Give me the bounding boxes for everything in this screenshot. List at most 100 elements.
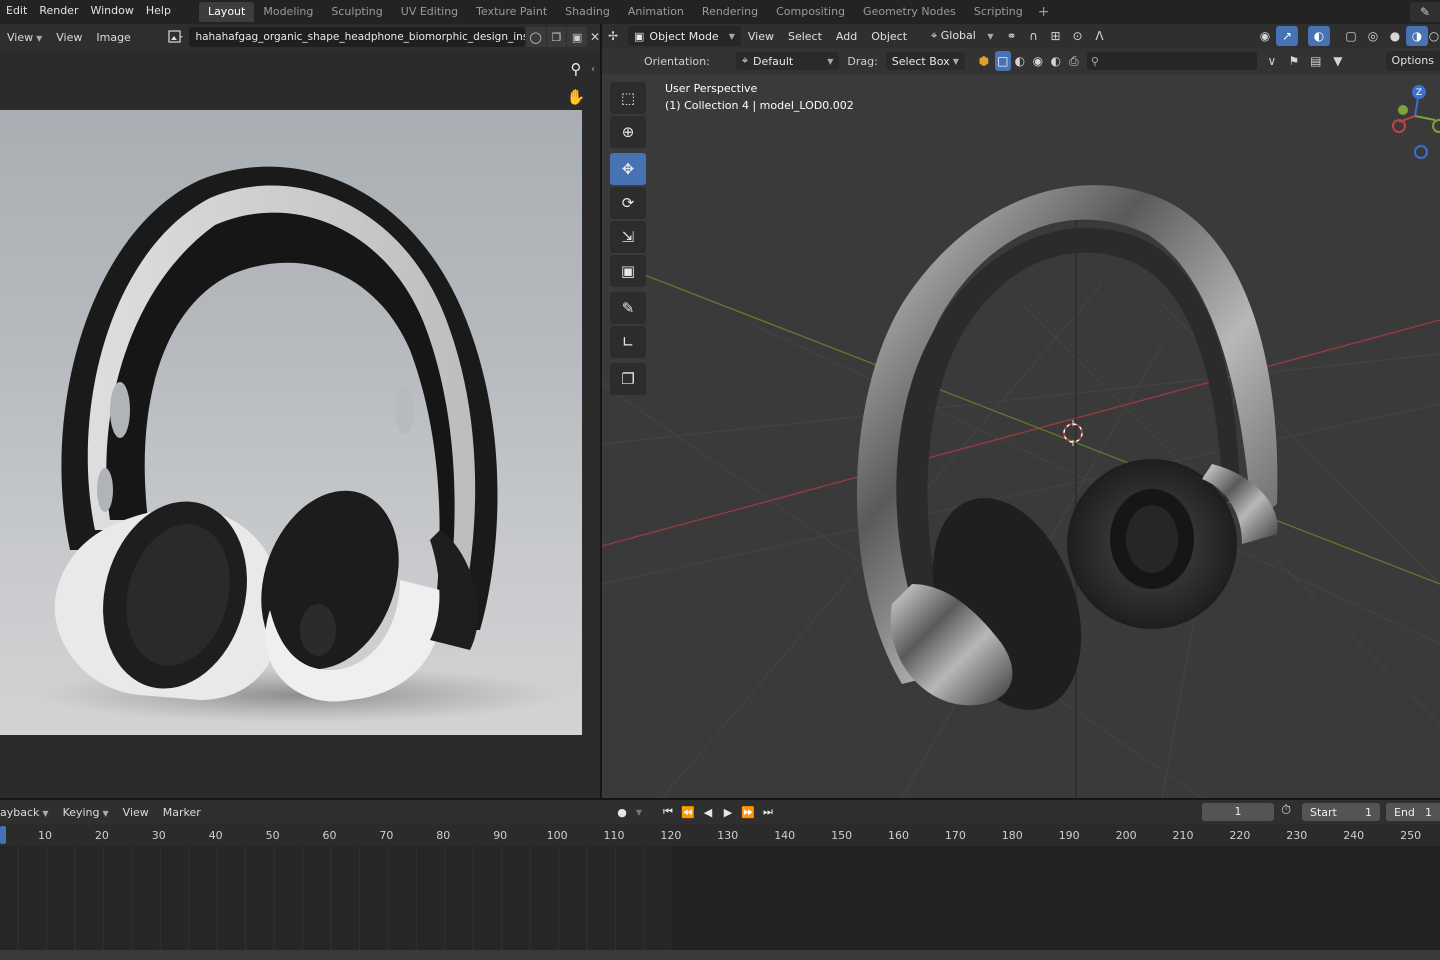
measure-tool[interactable]: ∟ bbox=[610, 326, 646, 358]
play-button[interactable]: ▶ bbox=[718, 803, 738, 821]
frame-tick-label: 90 bbox=[493, 829, 508, 842]
scene-selector-button[interactable]: ✎ bbox=[1410, 2, 1440, 22]
jump-end-icon: ⏭ bbox=[763, 805, 773, 818]
overlays-toggle-button[interactable]: ◐ bbox=[1308, 26, 1330, 46]
tab-geometry-nodes[interactable]: Geometry Nodes bbox=[854, 2, 965, 22]
tab-compositing[interactable]: Compositing bbox=[767, 2, 854, 22]
snap-target-button[interactable]: ⊞ bbox=[1044, 26, 1066, 46]
playhead[interactable] bbox=[0, 826, 6, 844]
menu-render[interactable]: Render bbox=[33, 0, 84, 24]
viewport-add-menu[interactable]: Add bbox=[829, 30, 864, 43]
move-tool[interactable]: ✥ bbox=[610, 153, 646, 185]
frame-tick-label: 40 bbox=[208, 829, 223, 842]
select-mode-button[interactable]: ⬢ bbox=[973, 51, 995, 71]
unlink-image-button[interactable]: ✕ bbox=[590, 30, 600, 44]
bookmark-button[interactable]: ⚑ bbox=[1283, 51, 1305, 71]
3d-viewport[interactable]: ✢ ▣ Object Mode ▼ View Select Add Object… bbox=[602, 24, 1440, 798]
material-preview-button[interactable]: ◑ bbox=[1406, 26, 1428, 46]
chevron-down-icon: ▼ bbox=[728, 31, 735, 41]
new-image-button[interactable]: ❐ bbox=[546, 27, 567, 47]
jump-end-button[interactable]: ⏭ bbox=[758, 803, 778, 821]
image-menu[interactable]: Image bbox=[89, 31, 137, 44]
scale-tool[interactable]: ⇲ bbox=[610, 221, 646, 253]
marker-menu[interactable]: Marker bbox=[156, 806, 208, 819]
navigation-gizmo[interactable]: Z bbox=[1387, 84, 1440, 164]
xray-toggle-button[interactable]: ▢ bbox=[1340, 26, 1362, 46]
fake-user-button[interactable]: ◯ bbox=[525, 27, 546, 47]
pivot-point-button[interactable]: ⚭ bbox=[1000, 26, 1022, 46]
tab-animation[interactable]: Animation bbox=[619, 2, 693, 22]
record-options-button[interactable]: ▼ bbox=[632, 803, 646, 821]
keying-menu[interactable]: Keying ▼ bbox=[56, 806, 116, 819]
sidebar-toggle-icon[interactable]: ‹ bbox=[591, 64, 595, 75]
cursor-tool[interactable]: ⊕ bbox=[610, 116, 646, 148]
editor-view-menu[interactable]: View ▼ bbox=[0, 31, 49, 44]
zoom-icon[interactable]: ⚲ bbox=[565, 60, 587, 82]
collection-button[interactable]: ▤ bbox=[1305, 51, 1327, 71]
prev-keyframe-button[interactable]: ⏪ bbox=[678, 803, 698, 821]
view-menu[interactable]: View bbox=[49, 31, 89, 44]
image-browse-button[interactable] bbox=[162, 28, 190, 46]
frame-tick-label: 10 bbox=[38, 829, 52, 842]
tab-rendering[interactable]: Rendering bbox=[693, 2, 767, 22]
record-button[interactable]: ● bbox=[612, 803, 632, 821]
visibility-button[interactable]: ◉ bbox=[1254, 26, 1276, 46]
viewport-object-menu[interactable]: Object bbox=[864, 30, 914, 43]
camera-filter-button[interactable]: ◉ bbox=[1029, 51, 1047, 71]
timeline-view-menu[interactable]: View bbox=[116, 806, 156, 819]
viewport-view-menu[interactable]: View bbox=[741, 30, 781, 43]
options-button[interactable]: Options bbox=[1385, 51, 1440, 71]
viewport-select-menu[interactable]: Select bbox=[781, 30, 829, 43]
menu-edit[interactable]: Edit bbox=[0, 0, 33, 24]
hand-pan-icon[interactable]: ✋ bbox=[565, 88, 587, 110]
start-frame-field[interactable]: Start 1 bbox=[1302, 803, 1380, 821]
play-reverse-button[interactable]: ◀ bbox=[698, 803, 718, 821]
transform-orientation-dropdown[interactable]: ⌖ Global ▼ bbox=[924, 29, 1000, 43]
frame-ruler[interactable]: 10 20 30 40 50 60 70 80 90 100 110 120 130 140 150 160 1… bbox=[0, 824, 1440, 846]
select-box-tool[interactable]: ⬚ bbox=[610, 82, 646, 114]
tab-shading[interactable]: Shading bbox=[556, 2, 619, 22]
viewport-search-field[interactable]: ⚲ bbox=[1086, 52, 1257, 70]
object-mode-dropdown[interactable]: ▣ Object Mode ▼ bbox=[628, 26, 741, 46]
image-filename-field[interactable]: hahahafgag_organic_shape_headphone_biomo… bbox=[189, 27, 525, 47]
print-button[interactable]: ⎙ bbox=[1065, 51, 1083, 71]
timeline-scrollbar[interactable] bbox=[0, 950, 1440, 960]
rotate-tool[interactable]: ⟳ bbox=[610, 187, 646, 219]
snap-toggle-button[interactable]: ∩ bbox=[1022, 26, 1044, 46]
proportional-edit-button[interactable]: ⊙ bbox=[1066, 26, 1088, 46]
tab-modeling[interactable]: Modeling bbox=[254, 2, 322, 22]
solid-shading-button[interactable]: ● bbox=[1384, 26, 1406, 46]
orientation-dropdown[interactable]: ⌖ Default ▼ bbox=[735, 52, 840, 70]
axis-icon: ✢ bbox=[607, 29, 619, 43]
filter-funnel-button[interactable]: ▼ bbox=[1327, 51, 1349, 71]
wireframe-shading-button[interactable]: ◎ bbox=[1362, 26, 1384, 46]
falloff-button[interactable]: Λ bbox=[1088, 26, 1110, 46]
next-keyframe-button[interactable]: ⏩ bbox=[738, 803, 758, 821]
visibility-filter-button[interactable]: ◐ bbox=[1011, 51, 1029, 71]
gizmo-toggle-button[interactable]: ↗ bbox=[1276, 26, 1298, 46]
add-cube-tool[interactable]: ❐ bbox=[610, 363, 646, 395]
add-workspace-button[interactable]: + bbox=[1032, 4, 1056, 20]
menu-window[interactable]: Window bbox=[84, 0, 139, 24]
tab-layout[interactable]: Layout bbox=[198, 2, 255, 22]
transform-tool[interactable]: ▣ bbox=[610, 255, 646, 287]
tab-scripting[interactable]: Scripting bbox=[965, 2, 1032, 22]
jump-start-button[interactable]: ⏮ bbox=[658, 803, 678, 821]
drag-dropdown[interactable]: Select Box ▼ bbox=[885, 52, 965, 70]
playback-menu[interactable]: ayback ▼ bbox=[0, 806, 56, 819]
menu-help[interactable]: Help bbox=[140, 0, 177, 24]
annotate-tool[interactable]: ✎ bbox=[610, 292, 646, 324]
tab-sculpting[interactable]: Sculpting bbox=[322, 2, 391, 22]
render-filter-button[interactable]: ◐ bbox=[1047, 51, 1065, 71]
tab-uv-editing[interactable]: UV Editing bbox=[392, 2, 467, 22]
current-frame-field[interactable]: 1 bbox=[1202, 803, 1274, 821]
editor-type-button[interactable]: ✢ bbox=[602, 26, 624, 46]
filter-button[interactable]: □ bbox=[994, 51, 1011, 71]
open-image-button[interactable]: ▣ bbox=[567, 27, 587, 47]
end-frame-field[interactable]: End 1 bbox=[1386, 803, 1440, 821]
rendered-shading-button[interactable]: ○ bbox=[1428, 26, 1440, 46]
stopwatch-icon[interactable]: ⏱ bbox=[1281, 803, 1291, 818]
tab-texture-paint[interactable]: Texture Paint bbox=[467, 2, 556, 22]
funnel-button[interactable]: ∨ bbox=[1261, 51, 1283, 71]
timeline-body[interactable] bbox=[0, 846, 1440, 950]
